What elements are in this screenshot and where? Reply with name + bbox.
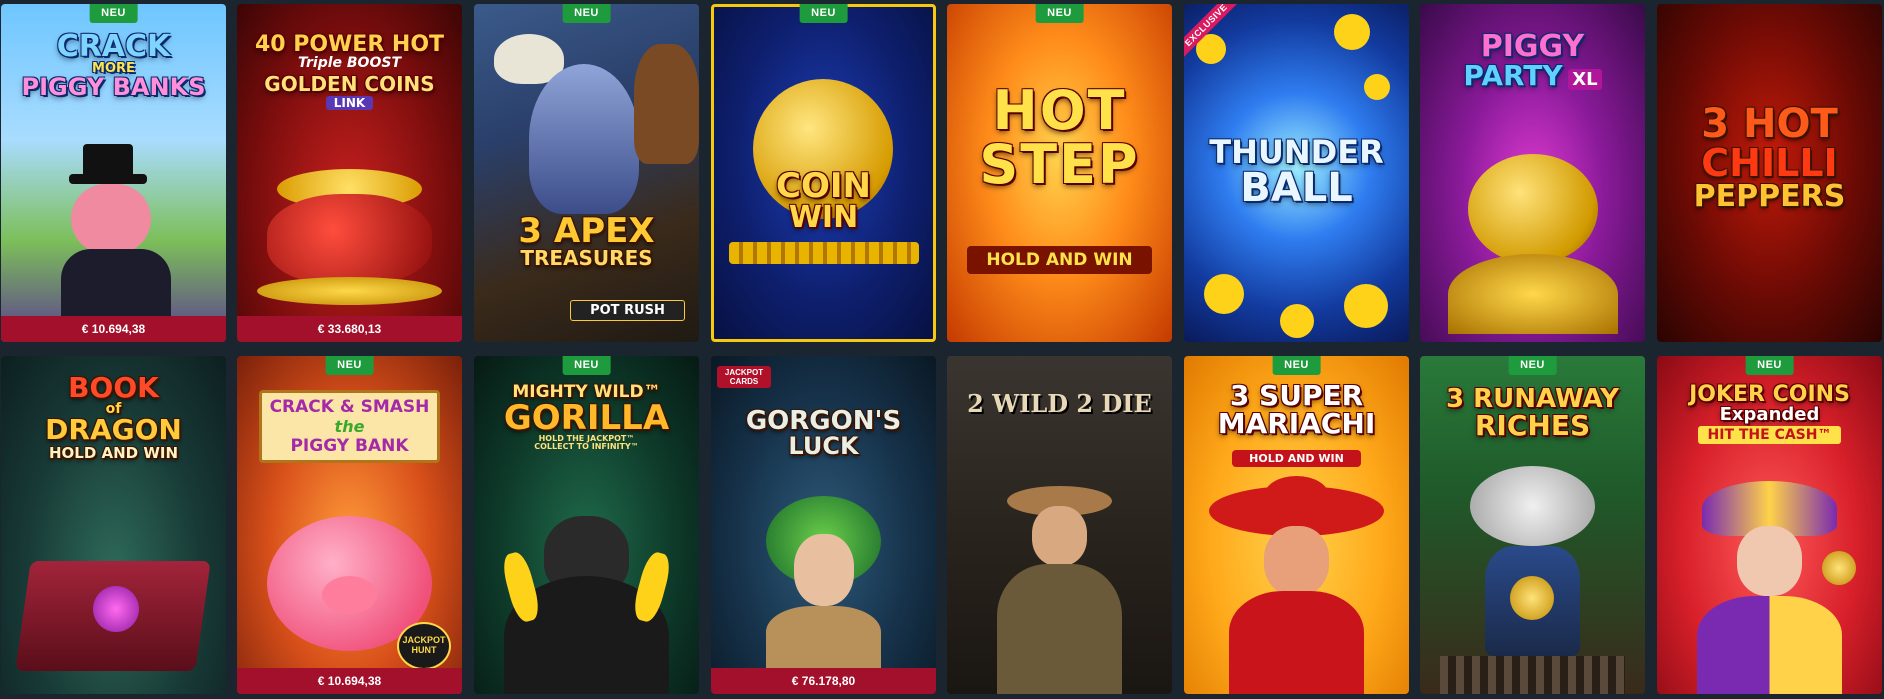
new-badge: NEU — [1508, 356, 1557, 375]
jackpot-amount: € 76.178,80 — [711, 668, 936, 694]
joker-art — [1682, 481, 1857, 694]
train-art — [1440, 466, 1625, 694]
game-tile-book-of-dragon[interactable]: BOOK of DRAGON HOLD AND WIN — [1, 356, 226, 694]
jackpot-amount: € 10.694,38 — [1, 316, 226, 342]
jackpot-cards-tag: JACKPOT CARDS — [717, 366, 771, 388]
new-badge: NEU — [562, 356, 611, 375]
new-badge: NEU — [1272, 356, 1321, 375]
game-title: MIGHTY WILD™ GORILLA HOLD THE JACKPOT™ C… — [503, 382, 670, 451]
game-tile-mighty-wild-gorilla[interactable]: NEU MIGHTY WILD™ GORILLA HOLD THE JACKPO… — [474, 356, 699, 694]
game-tile-coin-win[interactable]: NEU COIN WIN — [711, 4, 936, 342]
game-title: 40 POWER HOT Triple BOOST GOLDEN COINS L… — [254, 32, 445, 110]
game-title: COIN WIN — [776, 166, 871, 235]
golden-piggy-art — [1448, 154, 1618, 334]
game-tile-hot-step[interactable]: NEU HOT STEP HOLD AND WIN — [947, 4, 1172, 342]
game-tile-3-runaway-riches[interactable]: NEU 3 RUNAWAY RICHES — [1420, 356, 1645, 694]
dragon-book-art — [15, 541, 211, 681]
game-tile-3-hot-chilli-peppers[interactable]: 3 HOT CHILLI PEPPERS — [1657, 4, 1882, 342]
jackpot-amount: € 33.680,13 — [237, 316, 462, 342]
game-tile-gorgons-luck[interactable]: JACKPOT CARDS GORGON'S LUCK € 76.178,80 — [711, 356, 936, 694]
game-tile-crack-and-smash-piggy-bank[interactable]: NEU CRACK & SMASH the PIGGY BANK JACKPOT… — [237, 356, 462, 694]
medusa-art — [746, 496, 901, 671]
game-title: HOT STEP — [979, 79, 1140, 196]
game-tile-thunder-ball[interactable]: EXCLUSIVE THUNDER BALL — [1184, 4, 1409, 342]
pot-rush-tag: POT RUSH — [570, 300, 685, 321]
game-title: JOKER COINS Expanded HIT THE CASH™ — [1689, 382, 1850, 444]
game-tile-piggy-party-xl[interactable]: PIGGY PARTY XL — [1420, 4, 1645, 342]
game-tile-3-super-mariachi[interactable]: NEU 3 SUPER MARIACHI HOLD AND WIN — [1184, 356, 1409, 694]
game-title: BOOK of DRAGON HOLD AND WIN — [45, 371, 182, 462]
new-badge: NEU — [89, 4, 138, 23]
pig-character-art — [61, 144, 171, 319]
game-title: 3 APEX TREASURES — [518, 211, 655, 270]
wolf-eagle-bear-art — [474, 24, 699, 224]
mariachi-art — [1209, 476, 1384, 694]
new-badge: NEU — [799, 4, 848, 23]
game-title: 3 HOT CHILLI PEPPERS — [1693, 101, 1846, 214]
game-title: PIGGY PARTY XL — [1426, 32, 1639, 90]
game-tile-40-power-hot[interactable]: 40 POWER HOT Triple BOOST GOLDEN COINS L… — [237, 4, 462, 342]
game-tile-joker-coins-expanded[interactable]: NEU JOKER COINS Expanded HIT THE CASH™ — [1657, 356, 1882, 694]
game-tile-crack-more-piggy-banks[interactable]: NEU CRACK MORE PIGGY BANKS € 10.694,38 — [1, 4, 226, 342]
game-title: CRACK & SMASH the PIGGY BANK — [259, 390, 440, 463]
game-title: GORGON'S LUCK — [745, 406, 902, 460]
cowgirl-art — [987, 486, 1132, 694]
new-badge: NEU — [562, 4, 611, 23]
game-title: 3 SUPER MARIACHI — [1217, 379, 1376, 440]
game-grid: NEU CRACK MORE PIGGY BANKS € 10.694,38 4… — [0, 0, 1884, 699]
hold-and-win-label: HOLD AND WIN — [1232, 450, 1361, 467]
new-badge: NEU — [325, 356, 374, 375]
hold-and-win-label: HOLD AND WIN — [967, 246, 1152, 274]
game-title: 2 WILD 2 DIE — [967, 389, 1152, 418]
game-tile-2-wild-2-die[interactable]: 2 WILD 2 DIE — [947, 356, 1172, 694]
game-tile-3-apex-treasures[interactable]: NEU 3 APEX TREASURES POT RUSH — [474, 4, 699, 342]
new-badge: NEU — [1745, 356, 1794, 375]
game-title: 3 RUNAWAY RICHES — [1446, 384, 1619, 442]
gorilla-art — [499, 516, 674, 694]
pot-of-gold-art — [257, 169, 442, 309]
jackpot-amount: € 10.694,38 — [237, 668, 462, 694]
new-badge: NEU — [1035, 4, 1084, 23]
game-title: CRACK MORE PIGGY BANKS — [21, 29, 206, 101]
game-title: THUNDER BALL — [1209, 133, 1384, 211]
jackpot-hunt-tag: JACKPOT HUNT — [397, 622, 451, 670]
coin-stacks-art — [729, 242, 919, 264]
